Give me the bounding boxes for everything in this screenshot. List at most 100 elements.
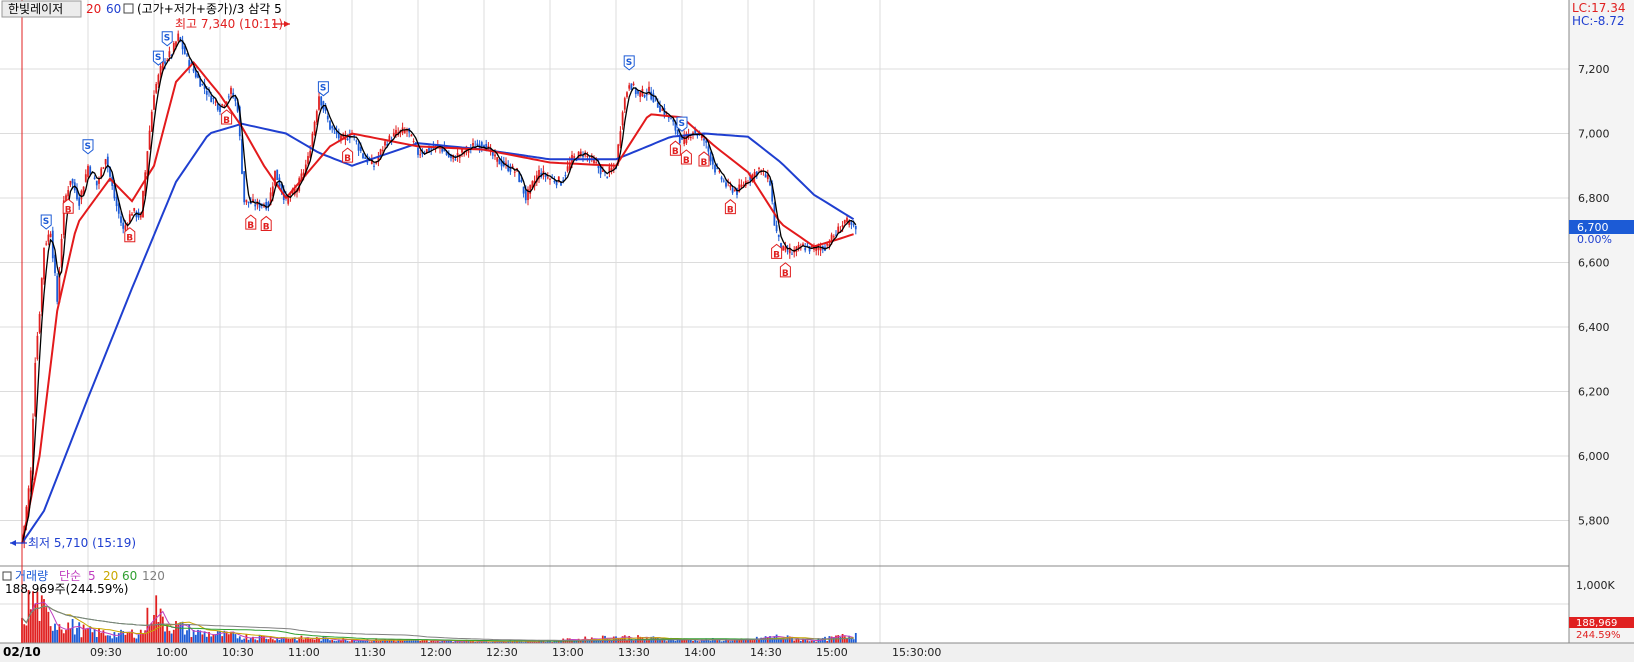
price-tick-label: 5,800 [1578, 515, 1610, 528]
volume-legend-ma60[interactable]: 60 [122, 569, 137, 583]
candle-body [832, 236, 835, 238]
volume-title[interactable]: 거래량 [15, 569, 48, 583]
candle-body [621, 112, 624, 126]
legend-ma60[interactable]: 60 [106, 2, 121, 16]
volume-bar [245, 633, 248, 643]
volume-legend-ma20[interactable]: 20 [103, 569, 118, 583]
signal-letter: S [626, 58, 632, 68]
candle-body [84, 174, 87, 182]
volume-bar [285, 638, 287, 643]
volume-bar [100, 632, 103, 643]
time-tick-label: 11:30 [354, 646, 386, 659]
volume-bar [824, 636, 826, 643]
candle-body [546, 177, 549, 179]
volume-bar [139, 629, 142, 643]
signal-letter: S [320, 84, 326, 94]
volume-legend-ma120[interactable]: 120 [142, 569, 165, 583]
volume-bar [65, 630, 67, 643]
candle-body [819, 247, 822, 251]
candle-body [150, 111, 153, 132]
volume-bar [795, 639, 798, 643]
signal-letter: B [263, 222, 270, 232]
time-tick-label: 12:30 [486, 646, 518, 659]
volume-bar [227, 634, 230, 643]
candle-body [71, 178, 74, 184]
volume-bar [32, 591, 34, 643]
candle-body [740, 184, 743, 188]
buy-signal-marker: B [245, 214, 257, 231]
volume-bar [95, 637, 98, 643]
signal-letter: B [65, 205, 72, 215]
candle-body [498, 159, 501, 165]
candle-body [104, 159, 107, 165]
volume-bar [126, 632, 129, 643]
candle-body [223, 105, 226, 107]
candle-body [782, 245, 785, 251]
legend-ma20[interactable]: 20 [86, 2, 101, 16]
chart-canvas[interactable]: BBBB BBBB BBBBSSSSSSS 7,2007,0006,8006,600… [0, 0, 1634, 662]
candle-body [38, 314, 41, 333]
volume-bar [82, 624, 85, 643]
volume-legend-ma5[interactable]: 5 [88, 569, 96, 583]
current-volume-label: 188,969 [1576, 618, 1617, 629]
candle-body [201, 83, 204, 85]
volume-bar [300, 635, 303, 643]
candle-body [93, 177, 96, 180]
volume-bar [76, 627, 78, 643]
candle-body [384, 141, 386, 146]
candle-body [194, 70, 197, 78]
candle-body [601, 170, 604, 172]
candle-body [153, 95, 155, 110]
signal-letter: B [773, 250, 780, 260]
candle-body [522, 186, 525, 194]
volume-bar [62, 633, 65, 643]
volume-bar [109, 635, 111, 643]
stock-name[interactable]: 한빛레이저 [8, 2, 63, 16]
candle-body [705, 140, 708, 143]
candle-body [155, 83, 158, 93]
volume-bar [192, 630, 195, 643]
volume-bar [265, 638, 268, 643]
candle-body [643, 95, 646, 98]
candle-body [100, 168, 103, 178]
candle-body [626, 92, 628, 97]
time-tick-label: 12:00 [420, 646, 452, 659]
candle-body [639, 92, 642, 97]
candle-body [652, 93, 655, 103]
candle-body [329, 120, 331, 130]
candle-body [758, 167, 760, 169]
candle-body [632, 83, 635, 86]
candle-body [131, 213, 133, 216]
candle-body [703, 138, 705, 141]
candle-body [355, 140, 358, 142]
candle-body [45, 243, 48, 245]
candle-body [623, 98, 626, 110]
candle-body [36, 335, 39, 359]
candle-body [276, 169, 279, 180]
candle-body [210, 95, 213, 103]
stock-chart[interactable]: BBBBBBBBBBBBSSSSSSS 7,200 7,000 6,800 6,600… [0, 0, 1634, 662]
time-tick-label: 11:00 [288, 646, 320, 659]
candle-body [326, 115, 329, 120]
candle-body [164, 61, 166, 64]
candle-body [461, 149, 463, 153]
candle-body [102, 167, 105, 169]
candle-body [841, 225, 844, 227]
volume-legend-checkbox[interactable] [2, 571, 12, 581]
legend-toggle-checkbox[interactable] [123, 3, 134, 14]
candle-body [320, 96, 323, 106]
candle-body [124, 225, 127, 231]
volume-bar [137, 634, 140, 643]
price-tick-label: 6,800 [1578, 192, 1610, 205]
low-price-label: 최저 5,710 (15:19) [28, 536, 136, 550]
candle-body [709, 152, 712, 162]
volume-bar [243, 638, 246, 643]
candle-body [186, 54, 188, 56]
candle-body [628, 85, 631, 89]
volume-bar [749, 639, 752, 643]
volume-bar [194, 634, 197, 643]
price-tick-label: 7,000 [1578, 128, 1610, 141]
candle-body [472, 143, 474, 146]
candle-body [586, 155, 589, 157]
volume-bar [843, 636, 846, 643]
